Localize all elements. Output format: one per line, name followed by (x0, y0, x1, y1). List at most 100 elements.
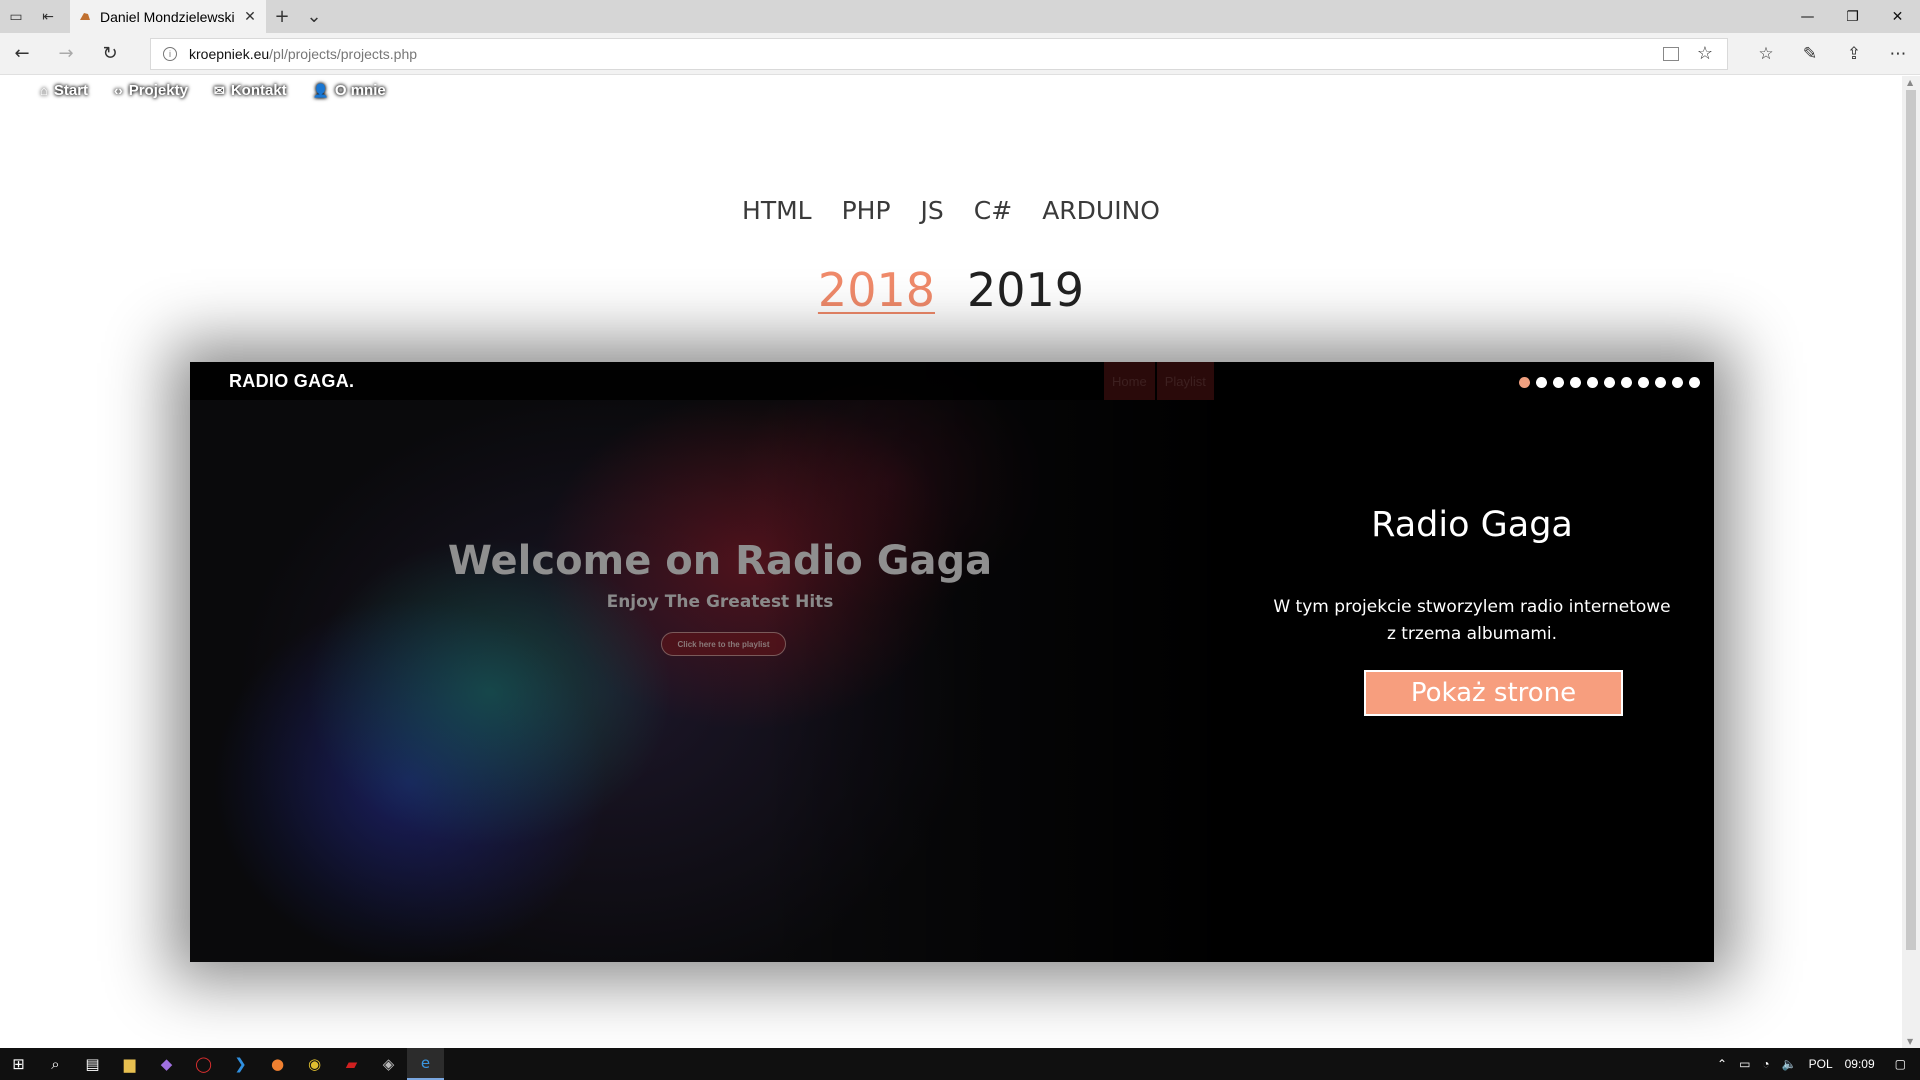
task-view-icon[interactable]: ▤ (74, 1048, 111, 1080)
slider-dot[interactable] (1672, 377, 1683, 388)
home-icon: ⌂ (40, 83, 48, 98)
address-bar[interactable]: i kroepniek.eu/pl/projects/projects.php … (150, 38, 1728, 70)
slider-dot[interactable] (1553, 377, 1564, 388)
language-indicator[interactable]: POL (1803, 1057, 1839, 1071)
search-icon[interactable]: ⌕ (37, 1048, 74, 1080)
preview-header: RADIO GAGA. (190, 362, 1230, 400)
show-page-button[interactable]: Pokaż strone (1364, 670, 1623, 716)
tab-list-chevron-icon[interactable]: ⌄ (298, 0, 330, 33)
browser-tab-bar: ▭ ⇤ Daniel Mondzielewski - ✕ + ⌄ — ❐ ✕ (0, 0, 1920, 33)
category-html[interactable]: HTML (742, 196, 812, 225)
preview-menu: Home Playlist (1104, 362, 1216, 400)
envelope-icon: ✉ (213, 82, 225, 98)
share-icon[interactable]: ⇪ (1832, 33, 1876, 75)
more-options-icon[interactable]: ⋯ (1876, 33, 1920, 75)
set-aside-tabs-icon[interactable]: ⇤ (32, 0, 64, 33)
slider-dot[interactable] (1519, 377, 1530, 388)
page-scrollbar[interactable]: ▲ ▼ (1902, 76, 1920, 1048)
reading-view-icon[interactable] (1663, 47, 1679, 61)
favorites-hub-icon[interactable]: ☆ (1744, 33, 1788, 75)
preview-menu-playlist: Playlist (1156, 362, 1214, 400)
category-arduino[interactable]: ARDUINO (1042, 196, 1160, 225)
project-info: Radio Gaga W tym projekcie stworzylem ra… (1230, 362, 1714, 962)
slider-dot[interactable] (1536, 377, 1547, 388)
category-js[interactable]: JS (921, 196, 944, 225)
favicon-icon (80, 12, 90, 20)
project-slider: RADIO GAGA. Home Playlist Welcome on Rad… (190, 362, 1714, 962)
close-tab-icon[interactable]: ✕ (242, 9, 258, 25)
slider-dot[interactable] (1689, 377, 1700, 388)
back-icon[interactable]: ← (0, 33, 44, 75)
refresh-icon[interactable]: ↻ (88, 33, 132, 75)
project-title: Radio Gaga (1371, 505, 1573, 545)
slider-dot[interactable] (1587, 377, 1598, 388)
slider-dots (1519, 377, 1700, 388)
new-tab-icon[interactable]: + (266, 0, 298, 33)
nav-item-kontakt[interactable]: ✉ Kontakt (214, 82, 287, 99)
file-explorer-icon[interactable]: ▆ (111, 1048, 148, 1080)
clock[interactable]: 09:09 (1839, 1057, 1881, 1071)
favorite-star-icon[interactable]: ☆ (1697, 43, 1713, 64)
opera-icon[interactable]: ◯ (185, 1048, 222, 1080)
tray-chevron-icon[interactable]: ⌃ (1711, 1057, 1733, 1071)
project-description: W tym projekcie stworzylem radio interne… (1273, 597, 1671, 644)
minimize-icon[interactable]: — (1785, 0, 1830, 33)
tab-preview-icon[interactable]: ▭ (0, 0, 32, 33)
nav-item-projekty[interactable]: ‹› Projekty (114, 82, 188, 99)
forward-icon[interactable]: → (44, 33, 88, 75)
year-2019[interactable]: 2019 (967, 263, 1084, 317)
edge-icon[interactable]: e (407, 1048, 444, 1080)
restore-icon[interactable]: ❐ (1830, 0, 1875, 33)
url-host: kroepniek.eu (189, 46, 270, 62)
preview-menu-home: Home (1104, 362, 1155, 400)
url-path: /pl/projects/projects.php (269, 46, 418, 62)
chrome-icon[interactable]: ◉ (296, 1048, 333, 1080)
window-controls: — ❐ ✕ (1785, 0, 1920, 33)
nav-item-start[interactable]: ⌂ Start (40, 82, 88, 99)
slider-dot[interactable] (1604, 377, 1615, 388)
battery-icon[interactable]: ▭ (1733, 1057, 1756, 1071)
year-2018[interactable]: 2018 (818, 263, 935, 317)
visual-studio-icon[interactable]: ◆ (148, 1048, 185, 1080)
site-info-icon[interactable]: i (163, 47, 177, 61)
slider-dot[interactable] (1638, 377, 1649, 388)
preview-subtitle: Enjoy The Greatest Hits (606, 592, 834, 612)
nav-label: Projekty (128, 82, 188, 99)
vscode-icon[interactable]: ❯ (222, 1048, 259, 1080)
system-tray: ⌃ ▭ ◔ 🔈 POL 09:09 ▢ (1711, 1048, 1920, 1080)
preview-title: Welcome on Radio Gaga (447, 538, 993, 584)
notifications-icon[interactable]: ▢ (1881, 1057, 1920, 1071)
browser-toolbar-right: ☆ ✎ ⇪ ⋯ (1744, 33, 1920, 75)
code-icon: ‹› (114, 83, 123, 98)
nav-label: O mnie (334, 82, 386, 99)
windows-start-icon[interactable]: ⊞ (0, 1048, 37, 1080)
category-csharp[interactable]: C# (974, 196, 1012, 225)
scroll-up-icon[interactable]: ▲ (1907, 78, 1913, 87)
network-icon[interactable]: ◔ (1756, 1057, 1775, 1071)
preview-playlist-button: Click here to the playlist (661, 632, 786, 656)
scroll-down-icon[interactable]: ▼ (1907, 1037, 1913, 1046)
category-filter: HTML PHP JS C# ARDUINO (0, 196, 1902, 225)
volume-icon[interactable]: 🔈 (1776, 1057, 1803, 1071)
slider-dot[interactable] (1655, 377, 1666, 388)
preview-logo: RADIO GAGA. (229, 371, 355, 391)
nav-label: Kontakt (230, 82, 287, 99)
taskbar: ⊞ ⌕ ▤ ▆ ◆ ◯ ❯ ● ◉ ▰ ◈ e ⌃ ▭ ◔ 🔈 POL 09:0… (0, 1048, 1920, 1080)
nav-item-o-mnie[interactable]: 👤 O mnie (313, 82, 386, 99)
close-icon[interactable]: ✕ (1875, 0, 1920, 33)
page-content: ⌂ Start ‹› Projekty ✉ Kontakt 👤 O mnie HTML … (0, 76, 1902, 1048)
pen-notes-icon[interactable]: ✎ (1788, 33, 1832, 75)
firefox-icon[interactable]: ● (259, 1048, 296, 1080)
user-icon: 👤 (312, 82, 329, 98)
category-php[interactable]: PHP (842, 196, 891, 225)
browser-tab[interactable]: Daniel Mondzielewski - ✕ (70, 0, 266, 33)
slider-dot[interactable] (1621, 377, 1632, 388)
tab-title: Daniel Mondzielewski - (100, 8, 234, 25)
project-screenshot: RADIO GAGA. Home Playlist Welcome on Rad… (190, 362, 1230, 962)
app-icon[interactable]: ◈ (370, 1048, 407, 1080)
year-filter: 2018 2019 (0, 263, 1902, 317)
site-nav: ⌂ Start ‹› Projekty ✉ Kontakt 👤 O mnie (40, 82, 386, 99)
slider-dot[interactable] (1570, 377, 1581, 388)
filezilla-icon[interactable]: ▰ (333, 1048, 370, 1080)
scrollbar-thumb[interactable] (1906, 90, 1916, 950)
